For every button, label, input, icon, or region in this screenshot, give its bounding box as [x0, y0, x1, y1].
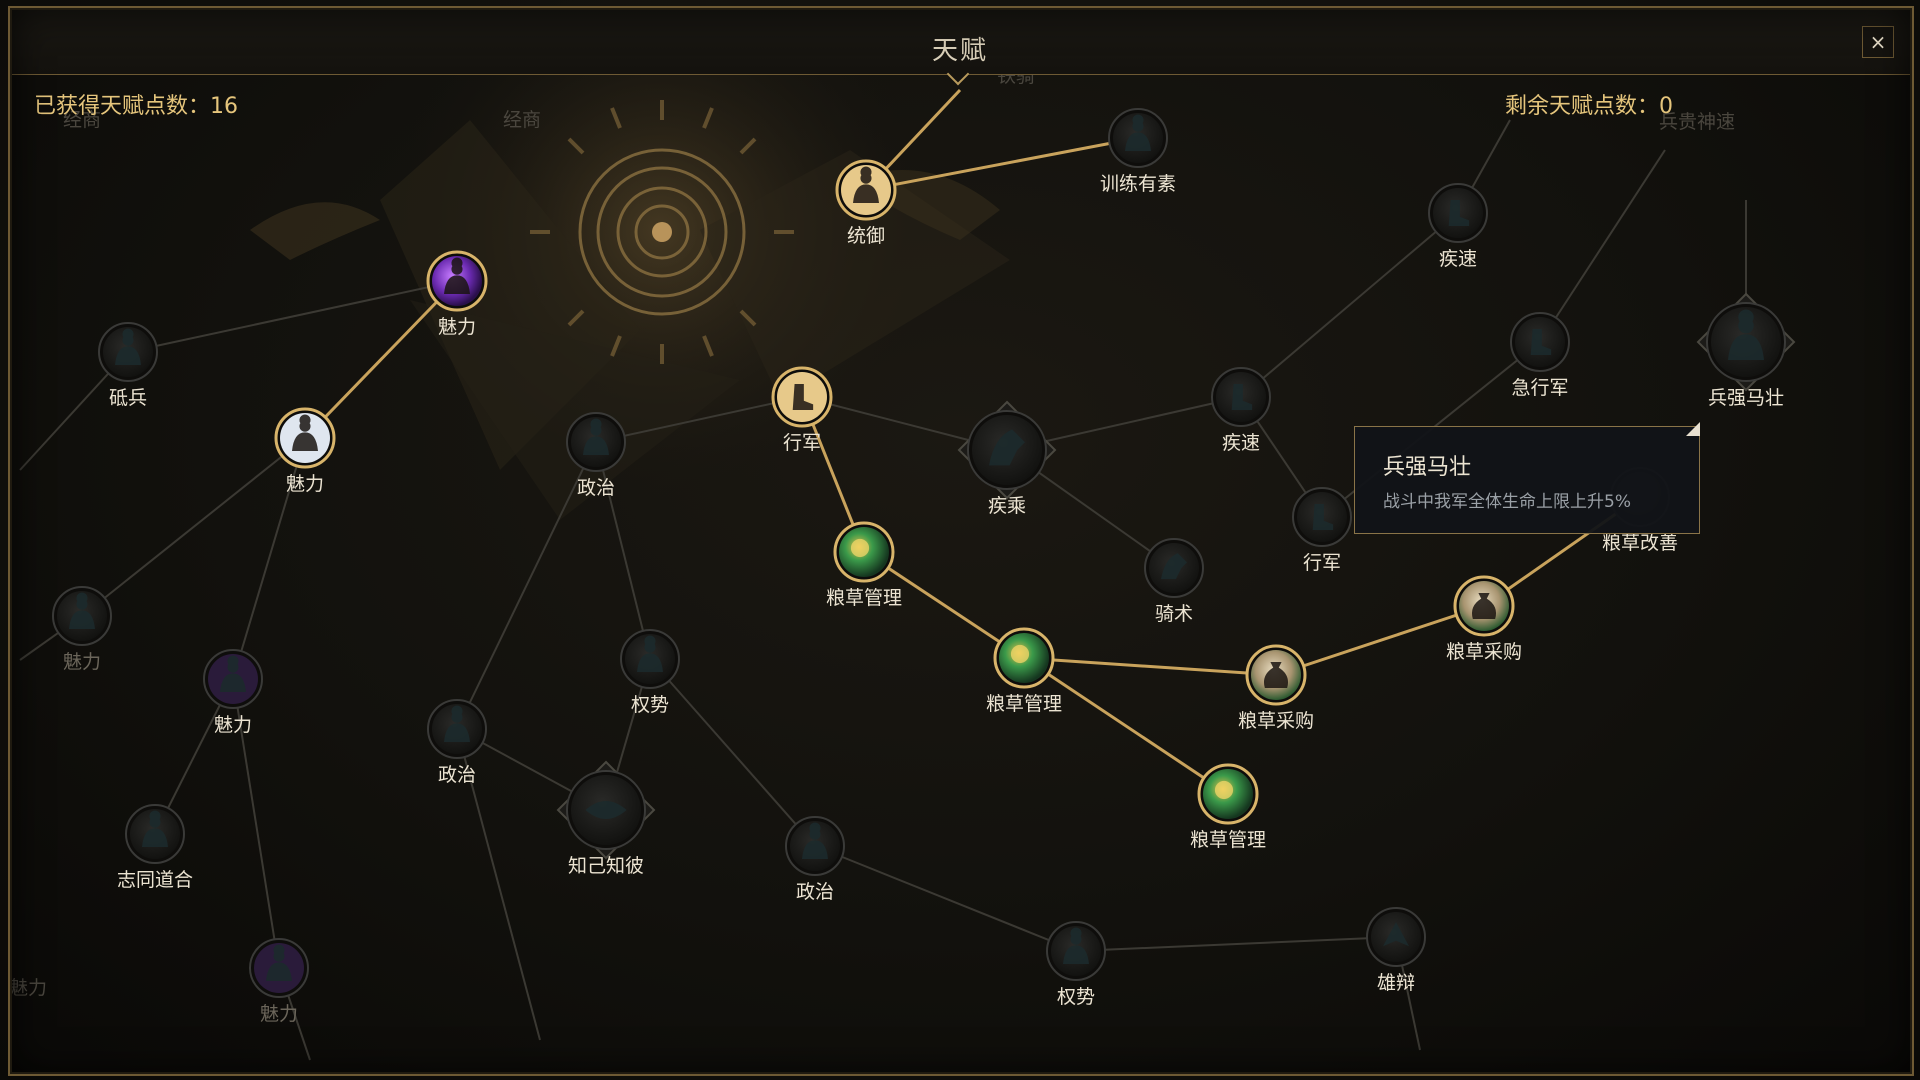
talent-node-label: 政治: [796, 881, 834, 903]
locked-link: [1075, 936, 1397, 952]
locked-link: [1539, 149, 1666, 343]
close-button[interactable]: ×: [1862, 26, 1894, 58]
talent-node-qishu[interactable]: 骑术: [1144, 538, 1204, 625]
talent-node-zhiji[interactable]: 知己知彼: [556, 760, 656, 877]
talent-node-jixingjun[interactable]: 急行军: [1510, 312, 1570, 399]
talent-node-label: 疾速: [1439, 248, 1477, 270]
talent-node-caigou1[interactable]: 粮草采购: [1238, 644, 1314, 732]
talent-node-label: 粮草改善: [1602, 532, 1678, 554]
talent-node-dibing[interactable]: 砥兵: [98, 322, 158, 409]
talent-node-label: 行军: [783, 432, 821, 454]
talent-tree: 经商 经商 铁骑 兵贵神速 魅力 统御训练有素魅力魅力砥兵行军政治疾乘疾速疾速急…: [9, 0, 1796, 1061]
talent-node-jisu2[interactable]: 疾速: [1211, 367, 1271, 454]
grain-orb-icon: [1214, 780, 1234, 800]
talent-node-jisu1[interactable]: 疾速: [1428, 183, 1488, 270]
talent-node-label: 政治: [577, 477, 615, 499]
talent-node-label: 砥兵: [109, 387, 147, 409]
talent-node-label: 粮草采购: [1238, 710, 1314, 732]
window-title: 天赋: [931, 36, 988, 66]
talent-node-label: 知己知彼: [568, 855, 644, 877]
talent-node-label: 兵强马壮: [1708, 387, 1784, 409]
active-link: [1023, 656, 1229, 796]
locked-link: [456, 441, 597, 730]
talent-node-label: 志同道合: [117, 869, 193, 891]
talent-node-label: 粮草管理: [1190, 829, 1266, 851]
talent-node-liangcao1[interactable]: 粮草管理: [826, 521, 902, 609]
talent-node-label: 权势: [1057, 986, 1095, 1008]
talent-node-label: 训练有素: [1100, 173, 1176, 195]
talent-node-meili2[interactable]: 魅力: [274, 407, 336, 495]
talent-window: 经商 经商 铁骑 兵贵神速 魅力 统御 训练有素 魅力 魅力 砥兵 行军 政治 疾乘 疾速 疾速急…: [0, 0, 1920, 1080]
talent-node-bingqiang[interactable]: 兵强马壮: [1696, 292, 1796, 409]
tooltip-description: 战斗中我军全体生命上限上升5%: [1383, 492, 1631, 512]
talent-node-label: 疾速: [1222, 432, 1260, 454]
talent-node-zhitong[interactable]: 志同道合: [117, 804, 193, 891]
talent-node-zhengzhi2[interactable]: 政治: [427, 699, 487, 786]
talent-node-label: 粮草采购: [1446, 641, 1522, 663]
talent-node-xunlian[interactable]: 训练有素: [1100, 108, 1176, 195]
talent-node-xiongbian[interactable]: 雄辩: [1366, 907, 1426, 994]
talent-node-label: 粮草管理: [826, 587, 902, 609]
talent-node-label: 急行军: [1511, 377, 1568, 399]
talent-node-zhengzhi3[interactable]: 政治: [785, 816, 845, 903]
bg-label: 经商: [503, 109, 541, 131]
locked-link: [81, 437, 306, 617]
locked-link: [814, 845, 1077, 952]
gained-points-text: 已获得天赋点数：16: [34, 94, 238, 119]
sun-emblem: [250, 0, 1010, 520]
talent-node-label: 雄辩: [1377, 972, 1415, 994]
talent-node-meili5[interactable]: 魅力: [249, 938, 309, 1025]
locked-link: [1240, 212, 1459, 398]
talent-node-jicheng[interactable]: 疾乘: [957, 400, 1057, 517]
active-link: [1023, 656, 1277, 677]
talent-node-caigou2[interactable]: 粮草采购: [1446, 575, 1522, 663]
talent-node-label: 魅力: [438, 316, 476, 338]
talent-node-label: 疾乘: [988, 495, 1026, 517]
talent-node-quanshi2[interactable]: 权势: [1046, 921, 1106, 1008]
talent-node-xingjun2[interactable]: 行军: [1292, 487, 1352, 574]
talent-node-label: 魅力: [63, 651, 101, 673]
talent-node-meili3[interactable]: 魅力: [52, 586, 112, 673]
talent-node-label: 行军: [1303, 552, 1341, 574]
bg-label: 魅力: [9, 977, 47, 999]
talent-node-meili4[interactable]: 魅力: [203, 649, 263, 736]
talent-tooltip: 兵强马壮 战斗中我军全体生命上限上升5%: [1354, 426, 1700, 534]
talent-node-quanshi1[interactable]: 权势: [620, 629, 680, 716]
locked-link: [649, 658, 816, 847]
talent-node-label: 统御: [847, 225, 885, 247]
grain-orb-icon: [1010, 644, 1030, 664]
talent-node-label: 骑术: [1155, 603, 1193, 625]
grain-orb-icon: [850, 538, 870, 558]
remaining-points-text: 剩余天赋点数：0: [1505, 94, 1673, 119]
tooltip-title: 兵强马壮: [1383, 455, 1472, 480]
talent-node-label: 政治: [438, 764, 476, 786]
tooltip-pointer-icon: [1686, 422, 1700, 436]
talent-node-label: 权势: [631, 694, 669, 716]
talent-node-label: 粮草管理: [986, 693, 1062, 715]
talent-node-label: 魅力: [286, 473, 324, 495]
talent-node-label: 魅力: [214, 714, 252, 736]
talent-node-label: 魅力: [260, 1003, 298, 1025]
